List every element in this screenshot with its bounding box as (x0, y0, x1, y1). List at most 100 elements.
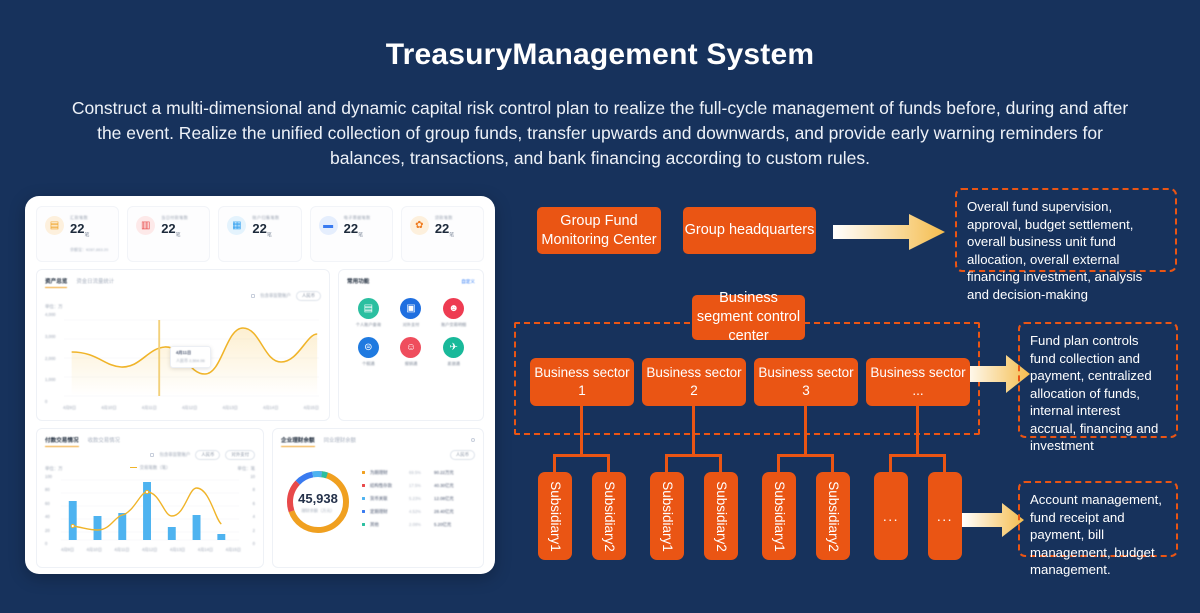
y-tick: 3,000 (45, 333, 56, 339)
subsidiary-box-7[interactable]: ... (874, 472, 908, 560)
app-item[interactable]: ✈ 差旅通 (432, 337, 475, 367)
kpi-unit: 笔 (266, 232, 272, 239)
subsidiary-box-5[interactable]: Subsidiary1 (762, 472, 796, 560)
legend-percent: 69.5% (409, 470, 421, 475)
donut-chart: 45,938 理财余额（万元） (281, 465, 355, 539)
business-segment-control-center-box[interactable]: Business segment control center (692, 290, 805, 344)
page-title: TreasuryManagement System (385, 38, 815, 71)
subsidiary-box-2[interactable]: Subsidiary2 (592, 472, 626, 560)
connector-vertical (692, 406, 695, 456)
layers-icon: ▦ (227, 216, 247, 235)
subsidiary-label: Subsidiary1 (771, 480, 787, 552)
payment-transactions-card: 付款交易情况 收款交易情况 包含非监管账户 人民币 对外支付 单位：万 交易笔数… (36, 428, 264, 568)
kpi-card[interactable]: ▤ 汇款笔数 22笔 余额宝：¥287,863.20 (36, 206, 120, 262)
kpi-caption: 贷款笔数 (434, 215, 453, 220)
kpi-caption: 电子票据笔数 (343, 215, 371, 220)
kpi-value: 22笔 (70, 221, 110, 244)
group-fund-monitoring-center-box[interactable]: Group Fund Monitoring Center (537, 207, 661, 254)
app-item[interactable]: ☺ 报销通 (390, 337, 433, 367)
checkbox-label: 包含非监管账户 (159, 452, 191, 457)
connector-vertical (804, 406, 807, 456)
note-box-2: Fund plan controls fund collection and p… (1018, 322, 1178, 453)
kpi-number: 22 (343, 221, 359, 236)
x-tick: 4月14日 (197, 547, 214, 552)
tab-interbank-wealth[interactable]: 同业理财余额 (324, 436, 356, 444)
legend-label: 其他 (370, 521, 379, 527)
series-label: 交易笔数（笔） (139, 464, 171, 470)
connector-horizontal (889, 454, 946, 457)
subsidiary-box-1[interactable]: Subsidiary1 (538, 472, 572, 560)
legend-item: 货币关联 5.23% 12.08亿元 (362, 496, 475, 502)
personal-account-icon: ▤ (357, 298, 379, 319)
legend-item: 为期理财 69.5% 90.22万元 (362, 470, 475, 476)
subsidiary-label: ... (936, 508, 954, 524)
currency-select[interactable]: 人民币 (195, 450, 221, 460)
legend-label: 定期理财 (370, 508, 388, 514)
subsidiary-label: Subsidiary1 (659, 480, 675, 552)
y-tick: 0 (45, 540, 48, 546)
y-tick: 1,000 (45, 377, 56, 383)
kpi-value: 22笔 (161, 221, 201, 244)
app-item[interactable]: ▣ 对外支付 (390, 298, 433, 328)
kpi-number: 22 (252, 221, 267, 236)
y-tick: 0 (252, 540, 255, 546)
subsidiary-box-8[interactable]: ... (928, 472, 962, 560)
donut-center-value: 45,938 (298, 490, 338, 506)
donut-legend: 为期理财 69.5% 90.22万元 结构性存款 17.5% 40.30亿元 货… (362, 470, 475, 535)
include-nonsupervised-checkbox[interactable] (251, 294, 256, 298)
card-toolbar: 人民币 (281, 450, 475, 460)
kpi-card[interactable]: ▬ 电子票据笔数 22笔 (309, 206, 393, 262)
slide-root: TreasuryManagement System Construct a mu… (0, 0, 1200, 613)
bar-card-unit-row: 单位：万 交易笔数（笔） 单位：笔 (45, 463, 255, 472)
legend-swatch (362, 523, 365, 526)
kpi-card[interactable]: ▥ 当日付款笔数 22笔 (127, 206, 211, 262)
app-label: 个人账户查询 (355, 322, 381, 327)
bar-chart: 100 80 60 40 20 0 10 8 6 4 2 0 (45, 474, 255, 546)
tab-daily-flow[interactable]: 资金日流量统计 (76, 277, 114, 285)
business-sector-3-box[interactable]: Business sector 3 (754, 358, 858, 406)
connector-horizontal (553, 454, 610, 457)
common-functions-card: 常用功能 自定义 ▤ 个人账户查询 ▣ 对外支付 ☻ 账户交易明细 ⊜ 个税通 … (338, 269, 484, 421)
tab-payment[interactable]: 付款交易情况 (45, 436, 79, 447)
currency-select[interactable]: 人民币 (295, 291, 321, 301)
tab-asset-overview[interactable]: 资产总览 (45, 277, 68, 288)
business-sector-more-box[interactable]: Business sector ... (866, 358, 970, 406)
customize-link[interactable]: 自定义 (461, 279, 475, 285)
direction-select[interactable]: 对外支付 (225, 450, 255, 460)
y-tick: 2 (252, 527, 255, 533)
app-item[interactable]: ⊜ 个税通 (347, 337, 390, 367)
x-tick: 4月15日 (303, 405, 319, 410)
y-unit-label: 单位：万 (45, 304, 63, 309)
refresh-icon[interactable] (471, 438, 475, 442)
group-headquarters-box[interactable]: Group headquarters (683, 207, 816, 254)
y-tick: 4,000 (45, 312, 56, 317)
legend-label: 货币关联 (370, 495, 388, 501)
x-tick: 4月13日 (222, 405, 238, 410)
kpi-card[interactable]: ✿ 贷款笔数 22笔 (400, 206, 485, 262)
y-tick: 6 (252, 500, 255, 506)
kpi-subtext: 余额宝：¥287,863.20 (70, 246, 109, 252)
bar-chart-y-axis-right: 10 8 6 4 2 0 (245, 474, 255, 546)
subsidiary-box-3[interactable]: Subsidiary1 (650, 472, 684, 560)
bar-chart-y-axis-left: 100 80 60 40 20 0 (45, 474, 61, 546)
business-sector-1-box[interactable]: Business sector 1 (530, 358, 634, 406)
bar-chart-svg (60, 479, 240, 541)
x-tick: 4月15日 (225, 547, 241, 552)
legend-item: 其他 2.08% 5.20亿元 (362, 522, 475, 528)
y-tick: 20 (45, 527, 50, 533)
tab-enterprise-wealth[interactable]: 企业理财余额 (281, 436, 315, 447)
kpi-card[interactable]: ▦ 账户归集笔数 22笔 (218, 206, 302, 262)
app-item[interactable]: ▤ 个人账户查询 (347, 298, 390, 328)
legend-swatch (362, 471, 365, 474)
tab-receipt[interactable]: 收款交易情况 (88, 436, 120, 444)
connector-vertical (831, 454, 834, 474)
kpi-unit: 笔 (358, 232, 364, 239)
include-nonsupervised-checkbox[interactable] (150, 453, 155, 457)
app-label: 差旅通 (447, 361, 460, 366)
business-sector-2-box[interactable]: Business sector 2 (642, 358, 746, 406)
subsidiary-box-6[interactable]: Subsidiary2 (816, 472, 850, 560)
app-item[interactable]: ☻ 账户交易明细 (432, 298, 475, 328)
currency-select[interactable]: 人民币 (449, 450, 475, 460)
subsidiary-box-4[interactable]: Subsidiary2 (704, 472, 738, 560)
app-label: 个税通 (362, 361, 375, 366)
